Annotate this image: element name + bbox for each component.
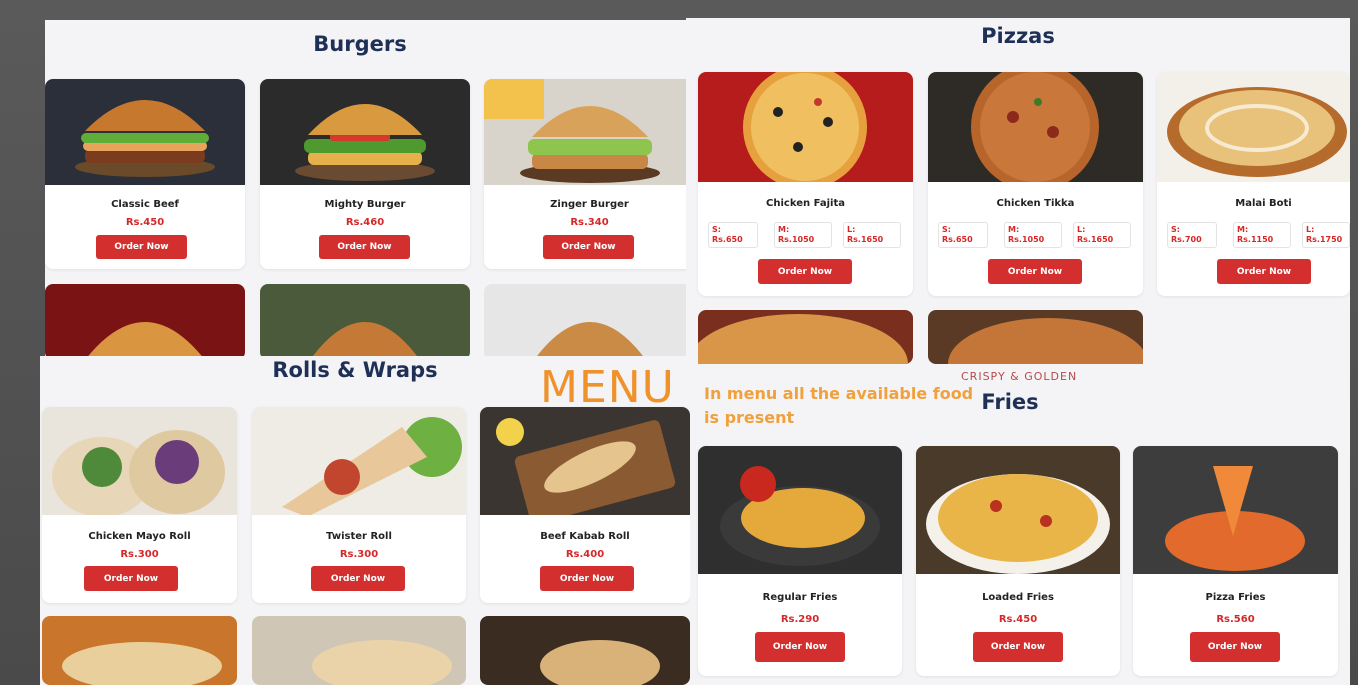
burger-image [260, 79, 470, 185]
roll-name: Chicken Mayo Roll [88, 531, 191, 542]
pizza-name: Chicken Tikka [996, 198, 1075, 209]
pizza-card: Malai Boti S: Rs.700 M: Rs.1150 L: Rs.17… [1157, 72, 1350, 296]
burger-card: Classic Beef Rs.450 Order Now [45, 79, 245, 269]
menu-description: In menu all the available food is presen… [704, 382, 974, 430]
fries-card: Pizza Fries Rs.560 Order Now [1133, 446, 1338, 676]
burger-name: Mighty Burger [324, 199, 406, 210]
order-now-button[interactable]: Order Now [319, 235, 410, 259]
roll-image [252, 616, 466, 685]
pizza-image [928, 310, 1143, 364]
roll-image [480, 616, 690, 685]
size-medium-price: M: Rs.1050 [1004, 222, 1062, 248]
roll-image [252, 407, 466, 515]
pizza-name: Chicken Fajita [766, 198, 845, 209]
size-large-price: L: Rs.1650 [1073, 222, 1131, 248]
size-large-price: L: Rs.1650 [843, 222, 901, 248]
roll-price: Rs.300 [120, 549, 159, 560]
order-now-button[interactable]: Order Now [973, 632, 1063, 662]
order-now-button[interactable]: Order Now [543, 235, 634, 259]
menu-description-line: is present [704, 408, 795, 427]
pizza-image [698, 310, 913, 364]
pizza-image [698, 72, 913, 182]
pizza-card: Chicken Tikka S: Rs.650 M: Rs.1050 L: Rs… [928, 72, 1143, 296]
pizza-name: Malai Boti [1235, 198, 1292, 209]
fries-price: Rs.450 [998, 614, 1038, 625]
pizza-card: Chicken Fajita S: Rs.650 M: Rs.1050 L: R… [698, 72, 913, 296]
roll-image [42, 407, 237, 515]
order-now-button[interactable]: Order Now [540, 566, 634, 591]
fries-price: Rs.560 [1216, 614, 1255, 625]
order-now-button[interactable]: Order Now [96, 235, 187, 259]
burger-image [484, 284, 695, 360]
roll-price: Rs.400 [565, 549, 605, 560]
burger-name: Zinger Burger [550, 199, 629, 210]
order-now-button[interactable]: Order Now [84, 566, 178, 591]
burger-card: Mighty Burger Rs.460 Order Now [260, 79, 470, 269]
roll-name: Twister Roll [326, 531, 392, 542]
burger-image [484, 79, 695, 185]
burgers-panel: Burgers Classic Beef Rs.450 Order Now Mi… [45, 20, 695, 360]
fries-eyebrow: CRISPY & GOLDEN [961, 370, 1078, 383]
order-now-button[interactable]: Order Now [1217, 259, 1311, 284]
roll-card: Chicken Mayo Roll Rs.300 Order Now [42, 407, 237, 603]
pizza-image [1157, 72, 1350, 182]
fries-price: Rs.290 [780, 614, 820, 625]
menu-description-line: In menu all the available food [704, 384, 974, 403]
burger-card: Zinger Burger Rs.340 Order Now [484, 79, 695, 269]
fries-card: Regular Fries Rs.290 Order Now [698, 446, 902, 676]
order-now-button[interactable]: Order Now [758, 259, 852, 284]
pizzas-panel: Pizzas Chicken Fajita S: Rs.650 M: Rs.10… [686, 18, 1350, 364]
fries-image [916, 446, 1120, 574]
pizzas-title: Pizzas [981, 24, 1055, 48]
size-medium-price: M: Rs.1050 [774, 222, 832, 248]
fries-name: Regular Fries [762, 592, 838, 603]
size-small-price: S: Rs.700 [1167, 222, 1217, 248]
size-small-price: S: Rs.650 [938, 222, 988, 248]
order-now-button[interactable]: Order Now [311, 566, 405, 591]
burger-price: Rs.340 [570, 217, 609, 228]
roll-price: Rs.300 [339, 549, 379, 560]
roll-card: Twister Roll Rs.300 Order Now [252, 407, 466, 603]
roll-name: Beef Kabab Roll [540, 531, 630, 542]
size-large-price: L: Rs.1750 [1302, 222, 1350, 248]
burger-price: Rs.460 [345, 217, 385, 228]
order-now-button[interactable]: Order Now [755, 632, 845, 662]
fries-name: Loaded Fries [982, 592, 1054, 603]
burgers-title: Burgers [313, 32, 407, 56]
order-now-button[interactable]: Order Now [988, 259, 1082, 284]
fries-image [698, 446, 902, 574]
burger-image [45, 284, 245, 360]
burger-image [45, 79, 245, 185]
menu-heading: MENU [540, 362, 675, 413]
fries-name: Pizza Fries [1205, 592, 1266, 603]
size-medium-price: M: Rs.1150 [1233, 222, 1291, 248]
pizza-image [928, 72, 1143, 182]
roll-card: Beef Kabab Roll Rs.400 Order Now [480, 407, 690, 603]
burger-image [260, 284, 470, 360]
roll-image [480, 407, 690, 515]
fries-card: Loaded Fries Rs.450 Order Now [916, 446, 1120, 676]
fries-image [1133, 446, 1338, 574]
order-now-button[interactable]: Order Now [1190, 632, 1280, 662]
roll-image [42, 616, 237, 685]
size-small-price: S: Rs.650 [708, 222, 758, 248]
burger-price: Rs.450 [125, 217, 165, 228]
burger-name: Classic Beef [111, 199, 179, 210]
